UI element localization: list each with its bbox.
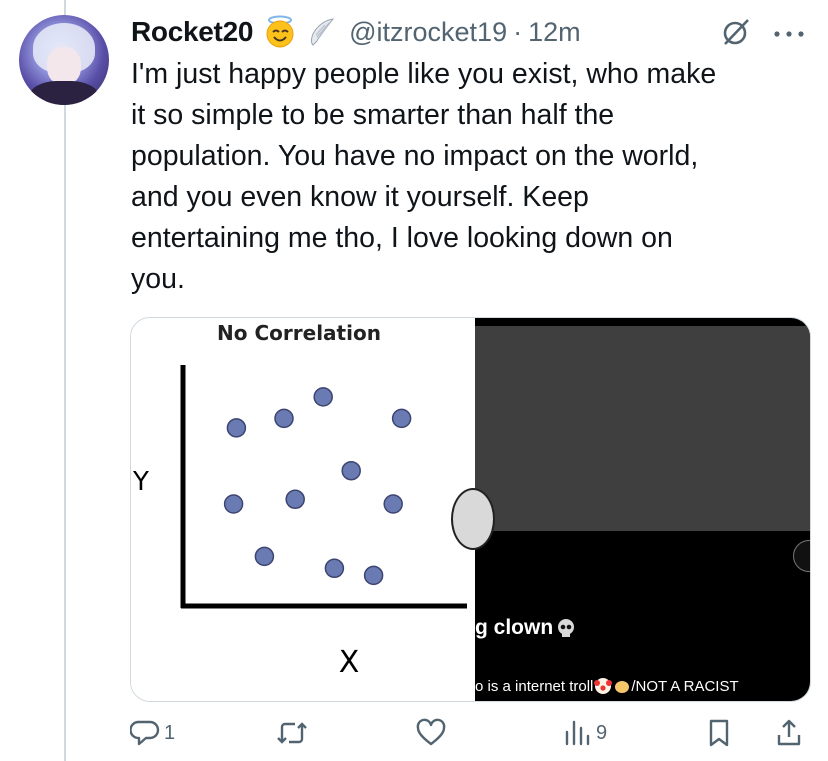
share-button[interactable] xyxy=(774,718,804,748)
like-button[interactable] xyxy=(415,718,447,748)
views-count: 9 xyxy=(596,721,608,744)
media-grid[interactable]: No Correlation Y X g clown o is a intern… xyxy=(130,317,811,702)
profile-name: g clown xyxy=(475,616,577,640)
scatter-point-9 xyxy=(254,546,275,567)
thread-line xyxy=(64,0,66,761)
separator-dot: · xyxy=(513,16,523,47)
reply-button[interactable]: 1 xyxy=(130,718,175,748)
post-time[interactable]: 12m xyxy=(528,17,581,48)
profile-bio-text: o is a internet troll xyxy=(475,677,594,695)
scatter-point-6 xyxy=(223,494,244,514)
scatter-point-2 xyxy=(274,408,294,429)
profile-edit-partial xyxy=(793,540,810,572)
reply-icon xyxy=(130,720,160,746)
scatter-point-7 xyxy=(285,489,305,510)
scatter-point-8 xyxy=(383,494,403,514)
more-options-icon[interactable] xyxy=(773,26,805,44)
profile-bio: o is a internet troll /NOT A RACIST xyxy=(475,676,739,696)
scatter-point-1 xyxy=(226,418,247,438)
scatter-point-10 xyxy=(324,558,345,579)
profile-screenshot-image[interactable]: g clown o is a internet troll /NOT A RAC… xyxy=(451,318,810,701)
avatar[interactable] xyxy=(19,15,109,105)
scatter-point-5 xyxy=(341,460,361,481)
grok-icon[interactable] xyxy=(719,15,753,54)
bookmark-button[interactable] xyxy=(704,718,734,748)
chart-title: No Correlation xyxy=(217,321,381,345)
scatter-points xyxy=(223,387,412,586)
action-bar: 1 9 xyxy=(130,718,810,754)
peach-hand-emoji-icon xyxy=(615,681,630,693)
scatter-point-4 xyxy=(391,408,412,429)
reply-count: 1 xyxy=(164,721,176,744)
scatter-chart: No Correlation Y X xyxy=(132,321,467,680)
x-axis-label: X xyxy=(339,645,360,680)
scatter-point-3 xyxy=(313,387,333,407)
profile-avatar-partial xyxy=(451,488,495,550)
y-axis-label: Y xyxy=(132,467,149,497)
halo-emoji-icon xyxy=(263,15,297,49)
skull-emoji-icon xyxy=(558,619,575,637)
share-icon xyxy=(777,719,801,746)
profile-bio-suffix: /NOT A RACIST xyxy=(631,677,739,695)
tweet-header: Rocket20 @itzrocket19 · 12m xyxy=(131,12,581,52)
bookmark-icon xyxy=(709,719,729,747)
profile-name-text: g clown xyxy=(475,616,554,639)
scatter-chart-image[interactable]: No Correlation Y X xyxy=(131,318,475,701)
views-button[interactable]: 9 xyxy=(562,718,607,748)
views-icon xyxy=(565,720,590,746)
clown-emoji-icon xyxy=(594,678,613,694)
author-name[interactable]: Rocket20 xyxy=(131,16,253,48)
wing-emoji-icon xyxy=(307,16,337,48)
tweet-text: I'm just happy people like you exist, wh… xyxy=(131,58,717,295)
profile-banner xyxy=(475,326,810,531)
repost-button[interactable] xyxy=(275,718,309,748)
repost-icon xyxy=(277,722,307,744)
heart-icon xyxy=(416,718,446,746)
scatter-point-11 xyxy=(363,565,384,586)
author-handle[interactable]: @itzrocket19 xyxy=(349,17,507,48)
